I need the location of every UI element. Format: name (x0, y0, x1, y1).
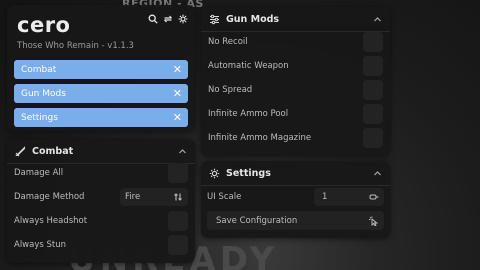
settings-gear-icon[interactable] (177, 13, 189, 25)
search-icon[interactable] (147, 13, 159, 25)
chevron-up-icon[interactable] (373, 169, 382, 178)
settings-title: Settings (226, 167, 271, 179)
close-icon[interactable]: ✕ (173, 64, 182, 75)
infinite-ammo-magazine-toggle[interactable] (363, 128, 383, 148)
infinite-ammo-magazine-row: Infinite Ammo Magazine (208, 128, 383, 148)
gear-icon (209, 168, 220, 179)
close-icon[interactable]: ✕ (173, 88, 182, 99)
save-configuration-label: Save Configuration (216, 215, 298, 226)
damage-method-value: Fire (125, 192, 141, 202)
tab-settings[interactable]: Settings ✕ (14, 108, 188, 127)
ui-scale-row: UI Scale 1 (207, 187, 384, 207)
infinite-ammo-magazine-label: Infinite Ammo Magazine (208, 133, 312, 143)
refresh-icon[interactable] (162, 13, 174, 25)
no-spread-toggle[interactable] (363, 80, 383, 100)
always-stun-label: Always Stun (14, 240, 67, 250)
sword-icon (15, 145, 26, 157)
title-toolbar (147, 13, 189, 25)
damage-method-label: Damage Method (14, 192, 85, 202)
game-subtitle: Those Who Remain - v1.1.3 (17, 41, 134, 51)
tab-settings-label: Settings (21, 112, 58, 123)
damage-all-label: Damage All (14, 168, 64, 178)
automatic-weapon-label: Automatic Weapon (208, 61, 289, 71)
no-recoil-toggle[interactable] (363, 32, 383, 52)
gun-mods-panel: Gun Mods No Recoil Automatic Weapon No S… (201, 7, 390, 156)
infinite-ammo-pool-toggle[interactable] (363, 104, 383, 124)
combat-title: Combat (32, 145, 74, 157)
always-stun-row: Always Stun (14, 235, 188, 255)
gun-mods-title: Gun Mods (226, 13, 280, 25)
combat-header[interactable]: Combat (7, 139, 195, 163)
slider-handle-icon (369, 192, 379, 202)
save-configuration-button[interactable]: Save Configuration (207, 211, 384, 230)
damage-all-row: Damage All (14, 163, 188, 183)
brand-title: cero (17, 13, 71, 37)
no-recoil-row: No Recoil (208, 32, 383, 52)
always-headshot-label: Always Headshot (14, 216, 88, 226)
chevron-up-icon[interactable] (373, 15, 382, 24)
infinite-ammo-pool-row: Infinite Ammo Pool (208, 104, 383, 124)
tab-gun-mods[interactable]: Gun Mods ✕ (14, 84, 188, 103)
always-headshot-toggle[interactable] (168, 211, 188, 231)
settings-header[interactable]: Settings (201, 161, 390, 185)
chevron-up-icon[interactable] (178, 147, 187, 156)
swap-arrows-icon (173, 192, 183, 202)
damage-method-dropdown[interactable]: Fire (120, 188, 188, 206)
automatic-weapon-row: Automatic Weapon (208, 56, 383, 76)
damage-method-row: Damage Method Fire (14, 187, 188, 207)
tab-combat-label: Combat (21, 64, 57, 75)
tab-gun-mods-label: Gun Mods (21, 88, 66, 99)
no-spread-row: No Spread (208, 80, 383, 100)
settings-panel: Settings UI Scale 1 Save Configuration (201, 161, 390, 238)
gun-mods-header[interactable]: Gun Mods (201, 7, 390, 31)
sliders-icon (209, 14, 220, 25)
title-panel: cero Those Who Remain - v1.1.3 Combat ✕ … (7, 5, 195, 131)
no-recoil-label: No Recoil (208, 37, 248, 47)
ui-scale-label: UI Scale (207, 192, 242, 202)
combat-panel: Combat Damage All Damage Method Fire Alw… (7, 139, 195, 263)
damage-all-toggle[interactable] (168, 163, 188, 183)
close-icon[interactable]: ✕ (173, 112, 182, 123)
ui-scale-value: 1 (322, 192, 328, 202)
infinite-ammo-pool-label: Infinite Ammo Pool (208, 109, 289, 119)
automatic-weapon-toggle[interactable] (363, 56, 383, 76)
always-headshot-row: Always Headshot (14, 211, 188, 231)
ui-scale-slider[interactable]: 1 (314, 188, 384, 206)
always-stun-toggle[interactable] (168, 235, 188, 255)
no-spread-label: No Spread (208, 85, 253, 95)
tab-combat[interactable]: Combat ✕ (14, 60, 188, 79)
click-pointer-icon (368, 216, 378, 226)
divider (201, 185, 390, 186)
